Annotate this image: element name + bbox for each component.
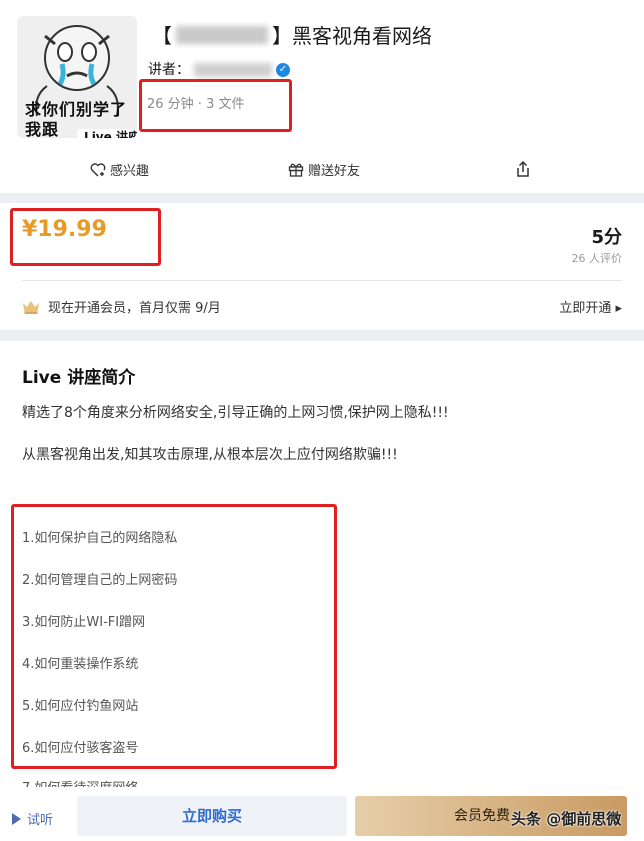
action-bar: 感兴趣 赠送好友 [0, 152, 644, 188]
course-cover-image: 求你们别学了 我跟 Live 讲座 [17, 16, 137, 138]
intro-heading: Live 讲座简介 [22, 368, 136, 388]
verified-icon: ✓ [276, 63, 290, 77]
title-text: 黑客视角看网络 [292, 24, 432, 48]
vip-promo: 现在开通会员，首月仅需 9/月 [22, 297, 221, 316]
gift-friend-button[interactable]: 赠送好友 [288, 160, 360, 179]
buy-now-button[interactable]: 立即购买 [77, 796, 347, 836]
intro-card: Live 讲座简介 精选了8个角度来分析网络安全,引导正确的上网习惯,保护网上隐… [0, 341, 644, 841]
rating-count[interactable]: 26 人评价 [572, 250, 623, 266]
speaker-label: 讲者： [148, 62, 190, 78]
course-title: 【】黑客视角看网络 [152, 24, 432, 48]
trial-button[interactable]: 试听 [12, 809, 53, 828]
live-badge: Live 讲座 [77, 129, 137, 138]
open-membership-link[interactable]: 立即开通 ▸ [559, 297, 622, 316]
interest-button[interactable]: 感兴趣 [90, 160, 149, 179]
blurred-title-part [176, 25, 268, 44]
speaker-row[interactable]: 讲者： ✓ [148, 59, 290, 79]
watermark: 头条 @御前思微 [511, 810, 622, 828]
highlight-box-meta [139, 79, 292, 132]
share-button[interactable] [514, 160, 536, 178]
highlight-box-list [11, 504, 337, 769]
blurred-speaker-name [194, 63, 272, 77]
rating-score: 5分 [591, 227, 622, 248]
play-icon [12, 812, 21, 825]
share-icon [517, 160, 529, 177]
intro-paragraph-2: 从黑客视角出发,知其攻击原理,从根本层次上应付网络欺骗!!! [22, 447, 398, 463]
course-header-card: 求你们别学了 我跟 Live 讲座 【】黑客视角看网络 讲者： ✓ 26 分钟 ·… [0, 0, 644, 193]
divider [22, 280, 622, 281]
gift-icon [288, 163, 304, 177]
intro-paragraph-1: 精选了8个角度来分析网络安全,引导正确的上网习惯,保护网上隐私!!! [22, 405, 449, 421]
crown-icon [23, 300, 39, 314]
heart-plus-icon [90, 162, 106, 176]
highlight-box-price [10, 208, 161, 266]
price-card: ¥19.99 5分 26 人评价 现在开通会员，首月仅需 9/月 立即开通 ▸ [0, 203, 644, 330]
